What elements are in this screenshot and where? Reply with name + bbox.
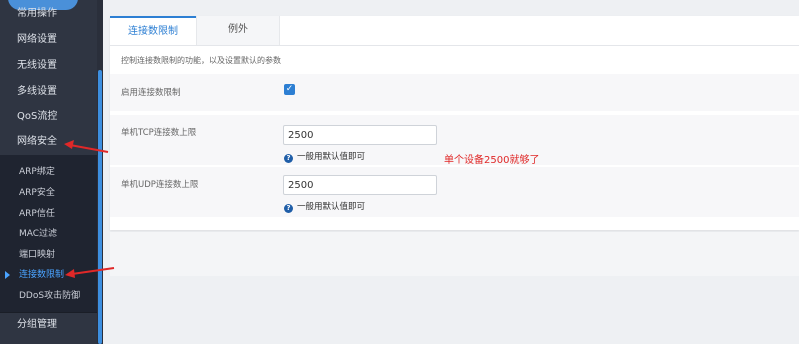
content-footer-area xyxy=(110,232,799,276)
udp-hint-text: 一般用默认值即可 xyxy=(297,202,366,212)
tab-exceptions[interactable]: 例外 xyxy=(196,16,280,46)
red-arrow-icon xyxy=(64,140,109,153)
udp-label: 单机UDP连接数上限 xyxy=(121,180,199,190)
tcp-label: 单机TCP连接数上限 xyxy=(121,128,197,138)
udp-row: 单机UDP连接数上限 xyxy=(110,167,799,217)
enable-row: 启用连接数限制 xyxy=(110,74,799,111)
enable-label: 启用连接数限制 xyxy=(121,88,181,98)
submenu-item-ddos[interactable]: DDoS攻击防御 xyxy=(0,286,97,306)
submenu-item-arp-security[interactable]: ARP安全 xyxy=(0,183,97,203)
check-icon: ✓ xyxy=(285,84,294,94)
tcp-limit-input[interactable] xyxy=(283,125,437,145)
tab-connection-limit[interactable]: 连接数限制 xyxy=(110,16,196,46)
annotation-text: 单个设备2500就够了 xyxy=(444,155,540,166)
sidebar-item-qos[interactable]: QoS流控 xyxy=(0,104,97,130)
question-circle-icon: ? xyxy=(284,204,293,213)
tab-divider xyxy=(110,45,799,46)
active-indicator-icon xyxy=(5,271,10,279)
red-arrow-icon xyxy=(65,267,115,278)
submenu-item-port-mapping[interactable]: 端口映射 xyxy=(0,245,97,265)
tcp-hint-text: 一般用默认值即可 xyxy=(297,152,366,162)
sidebar-scroll-thumb[interactable] xyxy=(98,70,102,344)
page-description: 控制连接数限制的功能，以及设置默认的参数 xyxy=(121,56,281,65)
sidebar-item-multiline[interactable]: 多线设置 xyxy=(0,79,97,105)
udp-hint: ? 一般用默认值即可 xyxy=(284,200,365,213)
sidebar-item-network[interactable]: 网络设置 xyxy=(0,27,97,53)
udp-limit-input[interactable] xyxy=(283,175,437,195)
submenu-item-arp-trust[interactable]: ARP信任 xyxy=(0,204,97,224)
sidebar-item-wireless[interactable]: 无线设置 xyxy=(0,53,97,79)
sidebar-item-common[interactable]: 常用操作 xyxy=(0,1,97,27)
submenu-item-arp-binding[interactable]: ARP绑定 xyxy=(0,162,97,182)
question-circle-icon: ? xyxy=(284,154,293,163)
security-submenu: ARP绑定 ARP安全 ARP信任 MAC过滤 端口映射 连接数限制 DDoS攻… xyxy=(0,155,97,312)
submenu-item-label: 连接数限制 xyxy=(19,270,65,280)
enable-checkbox[interactable]: ✓ xyxy=(284,84,295,95)
submenu-item-mac-filter[interactable]: MAC过滤 xyxy=(0,224,97,244)
tcp-hint: ? 一般用默认值即可 xyxy=(284,150,365,163)
sidebar-item-group-management[interactable]: 分组管理 xyxy=(0,312,97,338)
sidebar: 常用操作 网络设置 无线设置 多线设置 QoS流控 网络安全 ARP绑定 ARP… xyxy=(0,0,103,344)
